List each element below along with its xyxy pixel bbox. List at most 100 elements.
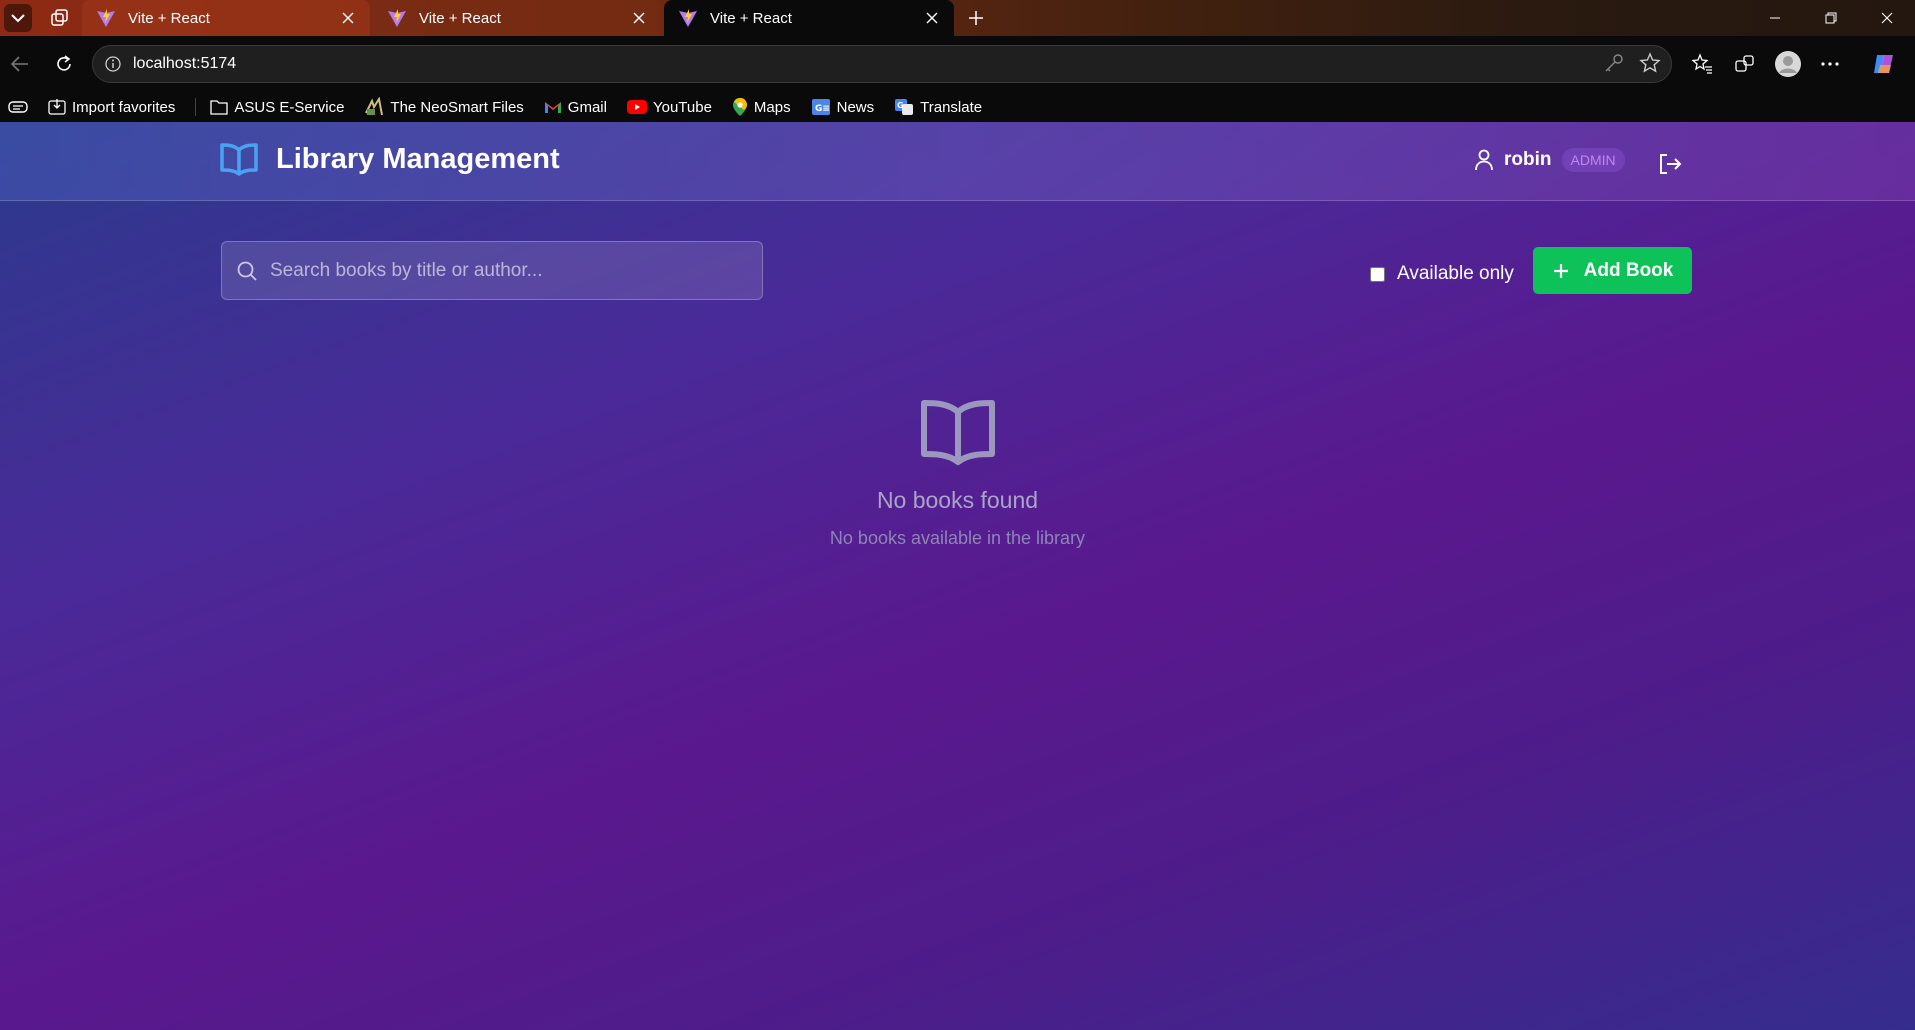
add-book-button[interactable]: Add Book xyxy=(1533,247,1692,294)
import-icon xyxy=(48,99,66,115)
window-controls xyxy=(1747,0,1915,36)
restore-button[interactable] xyxy=(1803,0,1859,36)
search-icon xyxy=(237,261,257,281)
address-bar-actions xyxy=(1603,52,1661,79)
available-only-checkbox[interactable] xyxy=(1370,266,1385,282)
bookmark-label: The NeoSmart Files xyxy=(390,98,524,116)
logout-icon xyxy=(1660,154,1682,174)
reading-list-button[interactable] xyxy=(8,100,28,114)
tab-close-button[interactable] xyxy=(338,8,358,28)
minimize-icon xyxy=(1770,17,1780,19)
tab-title: Vite + React xyxy=(128,9,210,27)
neosmart-icon xyxy=(365,97,384,116)
brand: Library Management xyxy=(220,142,560,176)
library-app: Library Management robin ADMIN Available… xyxy=(0,122,1915,1030)
browser-tab[interactable]: Vite + React xyxy=(82,0,370,36)
svg-text:G≡: G≡ xyxy=(815,104,830,114)
close-icon xyxy=(633,12,645,24)
gmail-icon xyxy=(544,102,561,113)
available-only-label: Available only xyxy=(1397,263,1514,284)
bookmark-youtube[interactable]: YouTube xyxy=(626,98,712,116)
bookmark-label: YouTube xyxy=(652,98,712,116)
info-icon[interactable] xyxy=(105,56,121,72)
bookmark-translate[interactable]: G Translate xyxy=(894,98,982,116)
new-tab-button[interactable] xyxy=(962,4,990,32)
tab-actions-menu-button[interactable] xyxy=(4,4,32,32)
profile-button[interactable] xyxy=(1774,50,1802,78)
star-icon xyxy=(1639,52,1661,73)
sidebar-icon xyxy=(8,101,28,113)
role-badge: ADMIN xyxy=(1561,148,1625,172)
chevron-down-icon xyxy=(11,14,25,23)
maps-icon xyxy=(732,98,747,116)
app-header: Library Management robin ADMIN xyxy=(0,122,1915,201)
bookmark-divider xyxy=(195,98,197,116)
bookmark-asus-eservice[interactable]: ASUS E-Service xyxy=(210,99,344,116)
bookmark-label: News xyxy=(836,98,875,116)
restore-icon xyxy=(1825,12,1837,24)
bookmark-label: Translate xyxy=(920,98,983,116)
reload-button[interactable] xyxy=(50,50,78,78)
more-options-button[interactable] xyxy=(1816,50,1844,78)
user-icon xyxy=(1475,149,1493,171)
collections-icon xyxy=(1735,55,1754,72)
tab-title: Vite + React xyxy=(710,9,792,27)
bookmark-news[interactable]: G≡ News xyxy=(811,98,875,116)
bookmark-label: ASUS E-Service xyxy=(234,98,345,116)
url-text: localhost:5174 xyxy=(133,55,237,72)
vite-favicon-icon xyxy=(388,9,406,27)
search-input[interactable] xyxy=(270,259,750,282)
workspaces-icon xyxy=(51,9,68,26)
bookmark-gmail[interactable]: Gmail xyxy=(544,99,607,116)
key-icon xyxy=(1605,54,1623,72)
youtube-icon xyxy=(626,100,647,114)
bookmark-label: Import favorites xyxy=(72,98,176,116)
translate-icon: G xyxy=(895,99,914,115)
close-icon xyxy=(926,12,938,24)
bookmark-import-favorites[interactable]: Import favorites xyxy=(48,98,175,116)
password-key-button[interactable] xyxy=(1603,52,1625,79)
workspaces-button[interactable] xyxy=(46,6,74,30)
more-dots-icon xyxy=(1821,62,1839,66)
collections-button[interactable] xyxy=(1731,50,1759,78)
bookmark-neosmart-files[interactable]: The NeoSmart Files xyxy=(364,97,524,117)
available-only-filter[interactable]: Available only xyxy=(1370,263,1514,285)
favorite-star-button[interactable] xyxy=(1639,52,1661,79)
plus-icon xyxy=(1552,262,1570,280)
browser-tabstrip: Vite + React Vite + React Vite + React xyxy=(0,0,1915,36)
folder-icon xyxy=(210,100,229,115)
logout-button[interactable] xyxy=(1656,150,1684,178)
reload-icon xyxy=(57,55,71,71)
address-bar[interactable]: localhost:5174 xyxy=(92,45,1672,83)
copilot-button[interactable] xyxy=(1870,50,1898,78)
favorites-list-icon xyxy=(1691,53,1712,74)
close-icon xyxy=(1881,12,1893,24)
svg-text:G: G xyxy=(897,101,904,110)
avatar-icon xyxy=(1775,51,1801,77)
bookmark-label: Gmail xyxy=(567,98,607,116)
page-title: Library Management xyxy=(276,142,560,175)
back-arrow-icon xyxy=(11,56,28,72)
book-open-icon xyxy=(920,398,996,471)
vite-favicon-icon xyxy=(97,9,115,27)
empty-state-subtitle: No books available in the library xyxy=(829,528,1086,548)
tab-close-button[interactable] xyxy=(922,8,942,28)
tab-title: Vite + React xyxy=(419,9,501,27)
back-button[interactable] xyxy=(6,50,34,78)
book-open-icon xyxy=(220,143,258,176)
search-box xyxy=(221,241,763,300)
vite-favicon-icon xyxy=(679,9,697,27)
news-icon: G≡ xyxy=(811,99,830,115)
close-window-button[interactable] xyxy=(1859,0,1915,36)
minimize-button[interactable] xyxy=(1747,0,1803,36)
browser-tab-active[interactable]: Vite + React xyxy=(664,0,954,36)
bookmark-maps[interactable]: Maps xyxy=(732,97,791,117)
add-book-label: Add Book xyxy=(1583,259,1674,281)
bookmark-label: Maps xyxy=(753,98,791,116)
empty-state-title: No books found xyxy=(876,487,1039,513)
empty-state: No books found No books available in the… xyxy=(0,398,1915,549)
favorites-button[interactable] xyxy=(1688,50,1716,78)
browser-tab[interactable]: Vite + React xyxy=(373,0,661,36)
tab-close-button[interactable] xyxy=(629,8,649,28)
plus-icon xyxy=(969,11,983,25)
